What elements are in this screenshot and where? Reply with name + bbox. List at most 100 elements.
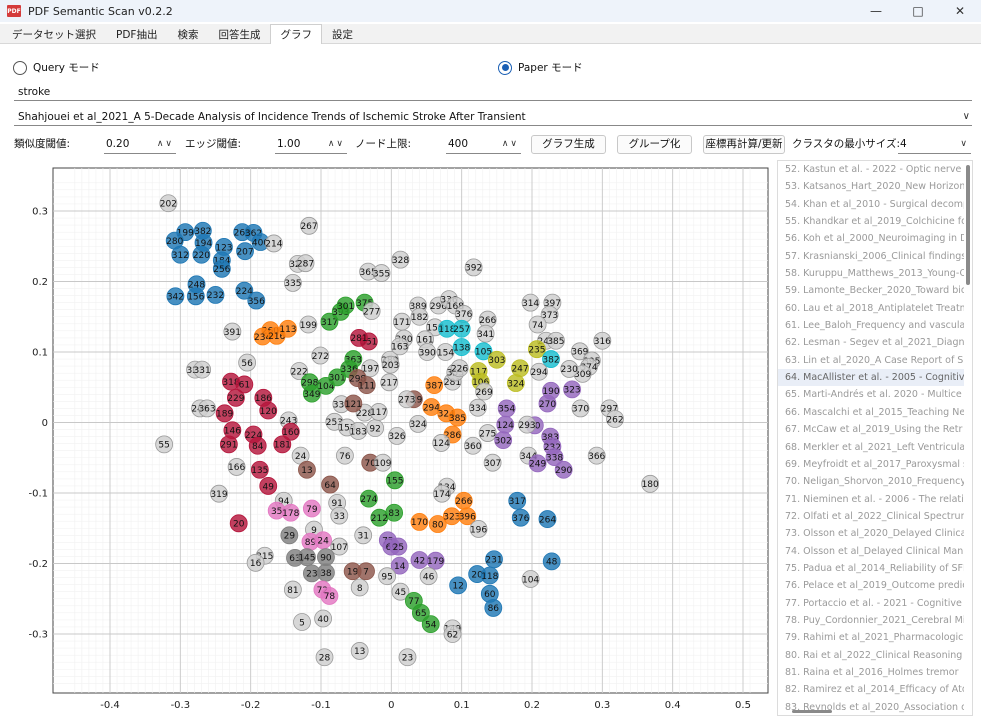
paper-mode-radio[interactable]: Paper モード [498,60,583,75]
list-item[interactable]: 68. Merkler et al_2021_Left Ventricula [778,439,964,456]
list-item[interactable]: 69. Meyfroidt et al_2017_Paroxysmal s [778,456,964,473]
node-label: 49 [263,482,275,492]
chevron-down-icon[interactable]: ∨ [960,134,969,154]
query-mode-radio[interactable]: Query モード [13,60,100,75]
spin-arrows-icon[interactable]: ∧∨ [328,134,345,154]
x-tick-label: 0.1 [454,700,470,711]
list-item[interactable]: 55. Khandkar et al_2019_Colchicine fo [778,213,964,230]
radio-circle[interactable] [498,60,512,75]
node-label: 257 [453,325,470,335]
list-item[interactable]: 73. Olsson et al_2020_Delayed Clinical [778,525,964,542]
node-label: 356 [248,297,265,307]
list-item[interactable]: 79. Rahimi et al_2021_Pharmacologica [778,629,964,646]
node-label: 13 [354,647,365,657]
scatter-plot[interactable]: -0.4 -0.3 -0.2 -0.1 0 0.1 0.2 0.3 0.4 0.5 0.3 0.2 0.… [0,160,847,720]
recalc-coords-button[interactable]: 座標再計算/更新 [703,135,785,154]
list-item[interactable]: 61. Lee_Baloh_Frequency and vascular [778,317,964,334]
node-limit-spinbox[interactable]: 400 ∧∨ [446,134,521,154]
paper-select[interactable]: Shahjouei et al_2021_A 5-Decade Analysis… [14,108,972,126]
x-tick-label: 0.2 [524,700,540,711]
node-label: 342 [167,293,184,303]
list-item[interactable]: 70. Neligan_Shorvon_2010_Frequency [778,473,964,490]
list-item[interactable]: 53. Katsanos_Hart_2020_New Horizon [778,178,964,195]
node-label: 247 [511,365,528,375]
control-row: 類似度閾値: 0.20 ∧∨ エッジ閾値: 1.00 ∧∨ ノード上限: 400… [0,134,981,154]
node-label: 230 [561,365,578,375]
list-item[interactable]: 81. Raina et al_2016_Holmes tremor [778,664,964,681]
list-item[interactable]: 58. Kuruppu_Matthews_2013_Young-O [778,265,964,282]
list-item[interactable]: 76. Pelace et al_2019_Outcome predic [778,577,964,594]
node-label: 124 [497,421,514,431]
cluster-size-value: 4 [900,138,907,150]
node-label: 302 [495,436,512,446]
node-label: 319 [210,490,227,500]
y-tick-label: 0.3 [32,207,48,218]
cluster-size-select[interactable]: 4 ∨ [898,134,971,154]
list-item[interactable]: 63. Lin et al_2020_A Case Report of Sp [778,352,964,369]
node-label: 42 [414,556,425,566]
maximize-icon[interactable]: □ [897,0,939,22]
node-label: 360 [464,442,481,452]
list-item[interactable]: 64. MacAllister et al. - 2005 - Cognitiv [778,369,964,387]
query-input[interactable]: stroke [14,83,972,101]
list-item[interactable]: 74. Olsson et al_Delayed Clinical Mani [778,543,964,560]
node-label: 382 [542,355,559,365]
node-label: 229 [227,394,244,404]
y-tick-label: 0 [42,418,48,429]
list-item[interactable]: 66. Mascalchi et al_2015_Teaching Ne [778,404,964,421]
group-button[interactable]: グループ化 [617,135,692,154]
edge-spinbox[interactable]: 1.00 ∧∨ [275,134,347,154]
node-label: 256 [213,265,230,275]
list-item[interactable]: 56. Koh et al_2000_Neuroimaging in D [778,230,964,247]
close-icon[interactable]: ✕ [939,0,981,22]
node-label: 16 [250,559,262,569]
similarity-spinbox[interactable]: 0.20 ∧∨ [104,134,176,154]
node-label: 14 [394,562,406,572]
list-item[interactable]: 65. Marti-Andrés et al. 2020 - Multice [778,386,964,403]
node-label: 38 [320,569,332,579]
list-item[interactable]: 83. Reynolds et al_2020_Association o [778,699,964,715]
node-label: 19 [347,568,359,578]
node-label: 182 [411,313,428,323]
list-item[interactable]: 60. Lau et al_2018_Antiplatelet Treatm [778,300,964,317]
spin-arrows-icon[interactable]: ∧∨ [502,134,519,154]
horizontal-scrollbar[interactable] [792,710,832,713]
node-label: 35 [271,507,282,517]
list-item[interactable]: 52. Kastun et al. - 2022 - Optic nerve d [778,161,964,178]
minimize-icon[interactable]: — [855,0,897,22]
paper-list[interactable]: 52. Kastun et al. - 2022 - Optic nerve d… [777,160,973,716]
chevron-down-icon[interactable]: ∨ [963,108,970,126]
tab-4[interactable]: グラフ [270,24,322,44]
build-graph-button[interactable]: グラフ生成 [531,135,606,154]
tab-0[interactable]: データセット選択 [2,24,106,44]
radio-circle[interactable] [13,60,27,75]
node-label: 83 [388,509,399,519]
node-label: 376 [455,310,472,320]
tab-5[interactable]: 設定 [322,24,363,44]
list-item[interactable]: 80. Rai et al_2022_Clinical Reasoning [778,647,964,664]
node-limit-value: 400 [448,138,469,150]
node-label: 76 [339,452,351,462]
list-item[interactable]: 71. Nieminen et al. - 2006 - The relatic [778,491,964,508]
graph-plot[interactable]: -0.4 -0.3 -0.2 -0.1 0 0.1 0.2 0.3 0.4 0.5 0.3 0.2 0.… [0,160,847,720]
list-item[interactable]: 75. Padua et al_2014_Reliability of SFE [778,560,964,577]
x-tick-label: 0.3 [594,700,610,711]
node-label: 121 [345,400,362,410]
list-item[interactable]: 72. Olfati et al_2022_Clinical Spectrum [778,508,964,525]
tab-3[interactable]: 回答生成 [208,24,270,44]
list-item[interactable]: 78. Puy_Cordonnier_2021_Cerebral Mi [778,612,964,629]
vertical-scrollbar[interactable] [966,165,970,285]
list-item[interactable]: 67. McCaw et al_2019_Using the Retr [778,421,964,438]
list-item[interactable]: 59. Lamonte_Becker_2020_Toward bio [778,282,964,299]
node-label: 174 [433,490,450,500]
list-item[interactable]: 82. Ramirez et al_2014_Efficacy of Ato [778,681,964,698]
spin-arrows-icon[interactable]: ∧∨ [157,134,174,154]
list-item[interactable]: 62. Lesman - Segev et al_2021_Diagno [778,334,964,351]
node-label: 62 [447,630,458,640]
tab-1[interactable]: PDF抽出 [106,24,167,44]
list-item[interactable]: 77. Portaccio et al. - 2021 - Cognitive … [778,595,964,612]
list-item[interactable]: 57. Krasnianski_2006_Clinical findings [778,248,964,265]
list-item[interactable]: 54. Khan et al_2010 - Surgical decomp [778,196,964,213]
tab-2[interactable]: 検索 [167,24,208,44]
x-tick-label: 0.4 [665,700,681,711]
